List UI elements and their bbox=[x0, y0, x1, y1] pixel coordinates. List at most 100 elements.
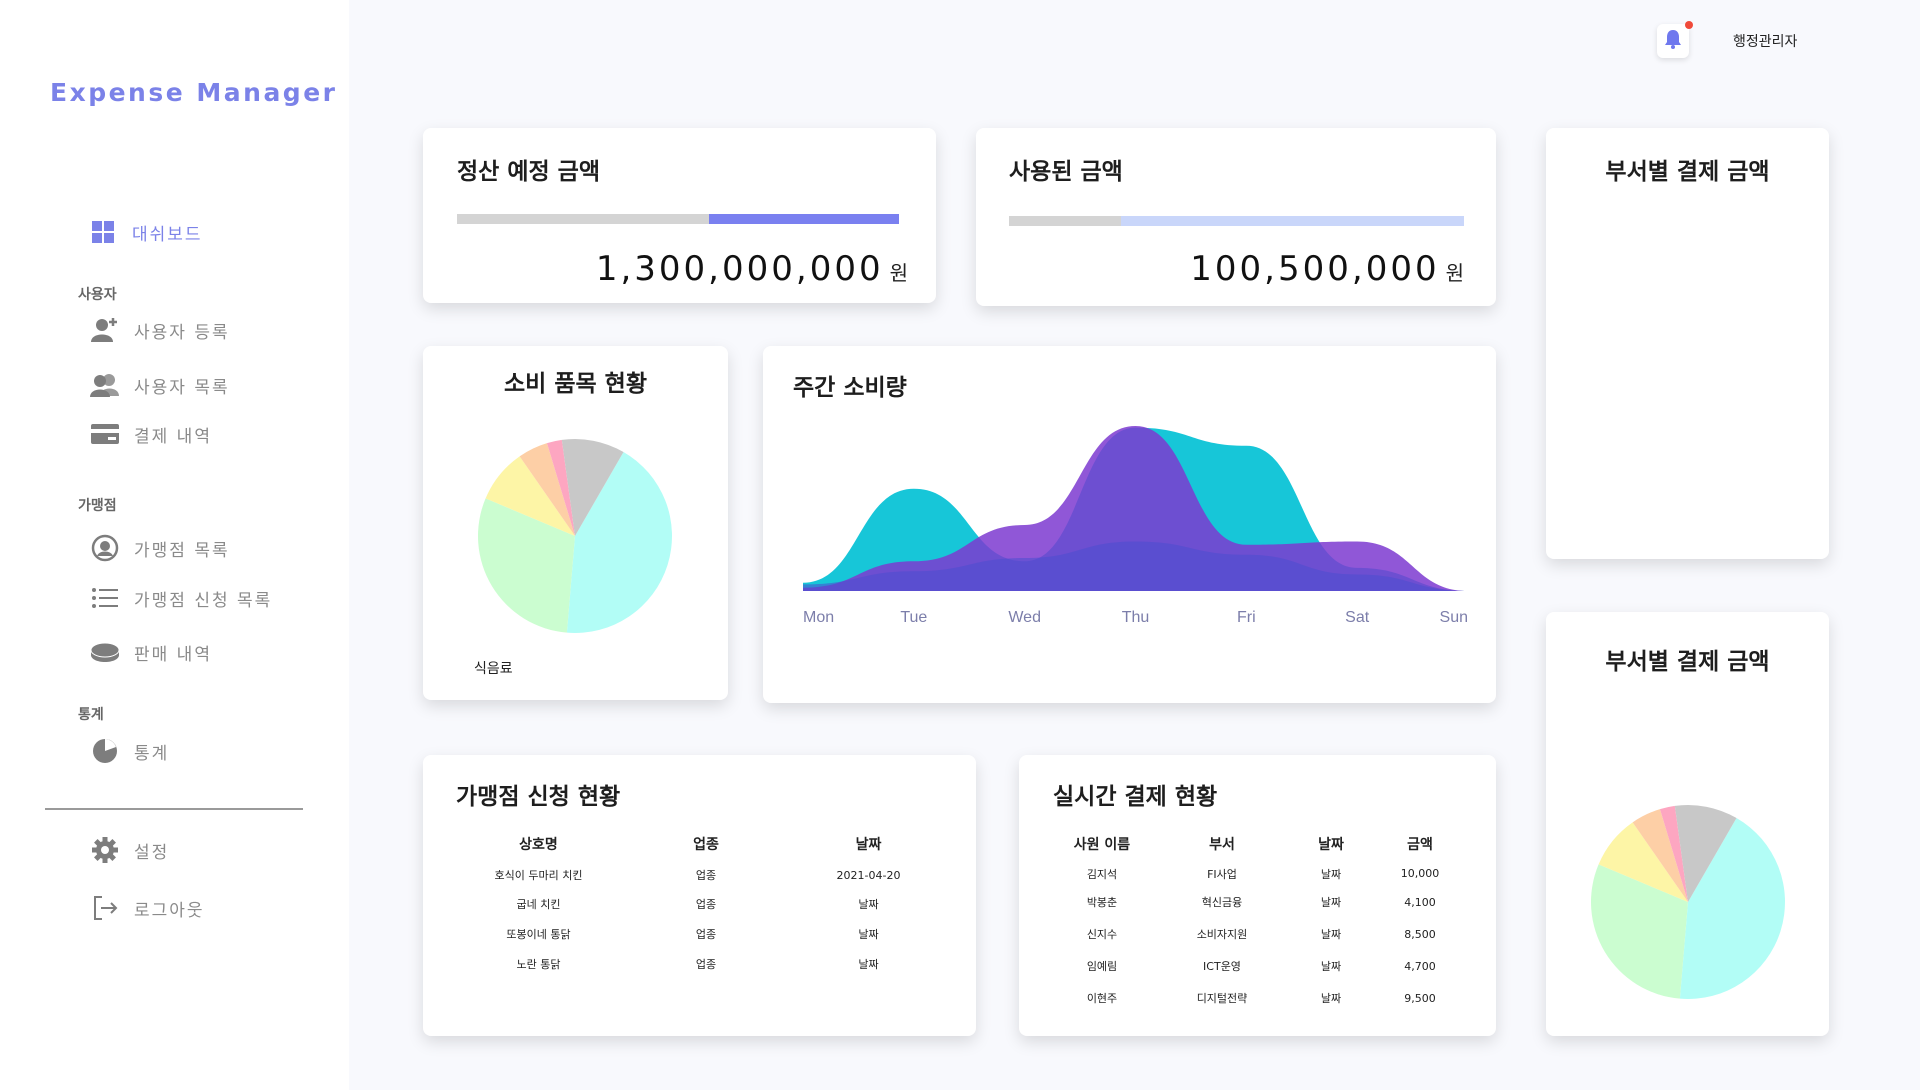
sidebar-divider bbox=[45, 808, 303, 810]
x-axis-tick-label: Sun bbox=[1440, 609, 1468, 626]
table-cell: 날짜 bbox=[858, 958, 879, 971]
x-axis-tick-label: Wed bbox=[1008, 609, 1041, 626]
x-axis-tick-label: Sat bbox=[1345, 609, 1370, 626]
realtime-payments-table: 사원 이름 부서 날짜 금액 김지석 FI사업 날짜 10,000 박봉춘 혁신… bbox=[1047, 827, 1465, 1014]
table-cell: FI사업 bbox=[1207, 867, 1237, 881]
x-axis-tick-label: Tue bbox=[900, 609, 927, 626]
table-cell: 날짜 bbox=[858, 898, 879, 911]
table-cell: 10,000 bbox=[1400, 867, 1440, 880]
card-title: 사용된 금액 bbox=[1009, 159, 1123, 185]
table-cell: 업종 bbox=[695, 958, 717, 971]
table-cell: 이현주 bbox=[1086, 992, 1118, 1005]
merchant-applications-table: 상호명 업종 날짜 호식이 두마리 치킨 업종 2021-04-20 굽네 치킨… bbox=[456, 827, 946, 979]
consumption-pie-chart bbox=[478, 439, 672, 633]
sidebar-item-logout[interactable]: 로그아웃 bbox=[90, 890, 205, 926]
column-header: 부서 bbox=[1209, 837, 1235, 853]
section-label-merchants: 가맹점 bbox=[78, 498, 117, 514]
column-header: 날짜 bbox=[1318, 837, 1344, 853]
table-cell: 호식이 두마리 치킨 bbox=[494, 869, 583, 882]
sidebar-item-merchant-apply-list[interactable]: 가맹점 신청 목록 bbox=[90, 580, 272, 616]
table-row[interactable]: 노란 통닭 업종 날짜 bbox=[456, 949, 946, 979]
table-cell: 날짜 bbox=[1320, 896, 1342, 909]
amount-unit: 원 bbox=[1445, 261, 1464, 285]
table-row[interactable]: 신지수 소비자지원 날짜 8,500 bbox=[1047, 918, 1465, 950]
table-row[interactable]: 호식이 두마리 치킨 업종 2021-04-20 bbox=[456, 861, 946, 889]
amount: 1,300,000,000 원 bbox=[596, 249, 908, 289]
progress-bar bbox=[1009, 216, 1464, 226]
table-cell: 업종 bbox=[695, 869, 717, 882]
column-header: 상호명 bbox=[519, 837, 558, 853]
sidebar-item-user-list[interactable]: 사용자 목록 bbox=[90, 367, 230, 403]
progress-bar bbox=[457, 214, 899, 224]
sidebar-item-payment-history[interactable]: 결제 내역 bbox=[90, 416, 212, 452]
table-row[interactable]: 김지석 FI사업 날짜 10,000 bbox=[1047, 861, 1465, 886]
sidebar-item-label: 대쉬보드 bbox=[132, 224, 203, 245]
coins-icon bbox=[90, 637, 120, 667]
weekly-consumption-card: 주간 소비량 Mon Tue Wed Thu Fri Sat Sun bbox=[763, 346, 1496, 703]
column-header: 날짜 bbox=[855, 837, 882, 853]
sidebar-item-label: 로그아웃 bbox=[134, 900, 205, 921]
amount: 100,500,000 원 bbox=[1190, 249, 1464, 289]
progress-fill bbox=[709, 214, 899, 224]
table-cell: 노란 통닭 bbox=[516, 958, 561, 971]
notification-button[interactable] bbox=[1657, 24, 1689, 58]
sidebar-item-settings[interactable]: 설정 bbox=[90, 832, 169, 868]
table-cell: ICT운영 bbox=[1203, 960, 1241, 973]
section-label-stats: 통계 bbox=[78, 707, 104, 723]
add-user-icon bbox=[90, 315, 120, 345]
sidebar-item-label: 사용자 목록 bbox=[134, 377, 230, 398]
table-cell: 9,500 bbox=[1404, 991, 1436, 1005]
section-label-users: 사용자 bbox=[78, 287, 117, 303]
table-row[interactable]: 또봉이네 통닭 업종 날짜 bbox=[456, 919, 946, 949]
pie-chart-icon bbox=[90, 736, 120, 766]
sidebar-item-stats[interactable]: 통계 bbox=[90, 733, 169, 769]
table-cell: 신지수 bbox=[1086, 928, 1118, 941]
logout-icon bbox=[90, 893, 120, 923]
merchant-applications-card: 가맹점 신청 현황 상호명 업종 날짜 호식이 두마리 치킨 업종 2021-0… bbox=[423, 755, 976, 1036]
amount-value: 100,500,000 bbox=[1190, 249, 1440, 289]
x-axis-tick-label: Mon bbox=[803, 609, 834, 626]
sidebar-item-label: 결제 내역 bbox=[134, 426, 212, 447]
table-cell: 디지털전략 bbox=[1196, 992, 1248, 1005]
sidebar-item-label: 가맹점 신청 목록 bbox=[134, 590, 273, 611]
card-title: 부서별 결제 금액 bbox=[1605, 159, 1770, 185]
table-cell: 날짜 bbox=[1320, 992, 1342, 1005]
sidebar-item-dashboard[interactable]: 대쉬보드 bbox=[88, 214, 203, 250]
x-axis-tick-label: Fri bbox=[1237, 609, 1256, 626]
table-cell: 업종 bbox=[695, 898, 717, 911]
sidebar-item-user-register[interactable]: 사용자 등록 bbox=[90, 312, 230, 348]
table-row[interactable]: 박봉춘 혁신금융 날짜 4,100 bbox=[1047, 886, 1465, 918]
column-header: 사원 이름 bbox=[1073, 837, 1131, 853]
pie-label: 식음료 bbox=[474, 661, 513, 677]
table-cell: 4,700 bbox=[1404, 959, 1436, 973]
table-header-row: 상호명 업종 날짜 bbox=[456, 827, 946, 861]
table-row[interactable]: 이현주 디지털전략 날짜 9,500 bbox=[1047, 982, 1465, 1014]
table-cell: 박봉춘 bbox=[1086, 896, 1118, 909]
sidebar-item-label: 통계 bbox=[134, 743, 170, 764]
table-cell: 또봉이네 통닭 bbox=[506, 928, 571, 941]
column-header: 업종 bbox=[693, 837, 719, 853]
sidebar-item-label: 가맹점 목록 bbox=[134, 540, 230, 561]
table-cell: 소비자지원 bbox=[1196, 928, 1248, 941]
sidebar-item-merchant-list[interactable]: 가맹점 목록 bbox=[90, 530, 230, 566]
table-cell: 8,500 bbox=[1404, 927, 1436, 941]
table-cell: 날짜 bbox=[1320, 960, 1342, 973]
card-title: 가맹점 신청 현황 bbox=[456, 784, 621, 810]
user-name[interactable]: 행정관리자 bbox=[1733, 31, 1797, 51]
progress-fill bbox=[1121, 216, 1464, 226]
table-cell: 날짜 bbox=[1320, 867, 1342, 881]
consumption-items-card: 소비 품목 현황 식음료 bbox=[423, 346, 728, 700]
notification-badge bbox=[1685, 21, 1693, 29]
table-cell: 날짜 bbox=[858, 928, 879, 941]
realtime-payments-card: 실시간 결제 현황 사원 이름 부서 날짜 금액 김지석 FI사업 날짜 10,… bbox=[1019, 755, 1496, 1036]
sidebar-item-sales-history[interactable]: 판매 내역 bbox=[90, 634, 212, 670]
dashboard-icon bbox=[88, 217, 118, 247]
dept-payment-card-bottom: 부서별 결제 금액 bbox=[1546, 612, 1829, 1036]
app-title: Expense Manager bbox=[50, 78, 338, 107]
list-icon bbox=[90, 583, 120, 613]
column-header: 금액 bbox=[1407, 837, 1433, 853]
bell-icon bbox=[1664, 29, 1682, 53]
table-row[interactable]: 굽네 치킨 업종 날짜 bbox=[456, 889, 946, 919]
sidebar-item-label: 판매 내역 bbox=[134, 644, 212, 665]
table-row[interactable]: 임예림 ICT운영 날짜 4,700 bbox=[1047, 950, 1465, 982]
